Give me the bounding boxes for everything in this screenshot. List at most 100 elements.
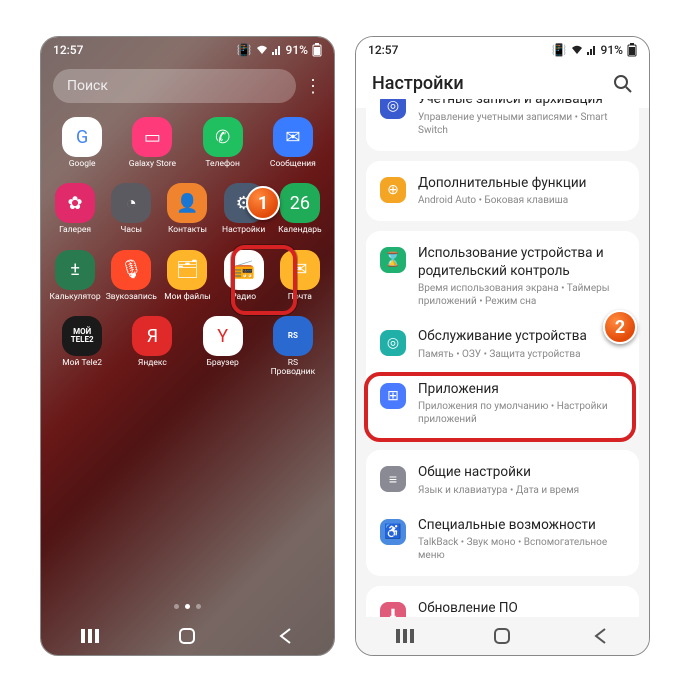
annotation-badge-2: 2 — [603, 310, 637, 344]
settings-item-subtitle: Управление учетными записями • Smart Swi… — [418, 111, 625, 137]
app-label: Контакты — [168, 226, 207, 235]
app-icon: 🗂 — [167, 250, 207, 290]
status-bar: 12:57 📳 91% — [41, 37, 334, 63]
page-title: Настройки — [372, 73, 464, 94]
search-icon[interactable] — [613, 74, 633, 94]
settings-item-icon: ≡ — [380, 466, 406, 492]
app-google[interactable]: G Google — [56, 117, 108, 169]
settings-item-subtitle: Время использования экрана • Таймеры при… — [418, 282, 625, 308]
app-label: Galaxy Store — [129, 160, 176, 169]
app-часы[interactable]: ◔ Часы — [105, 183, 157, 235]
app-icon: Y — [203, 316, 243, 356]
settings-item-title: Общие настройки — [418, 464, 579, 482]
app-label: Галерея — [59, 226, 91, 235]
settings-item-icon: ◎ — [380, 99, 406, 119]
app-label: Google — [69, 160, 96, 169]
nav-back[interactable] — [589, 625, 611, 647]
app-icon: МОЙ TELE2 — [62, 316, 102, 356]
status-time: 12:57 — [368, 43, 398, 57]
settings-item[interactable]: ♿Специальные возможностиTalkBack • Звук … — [366, 507, 639, 573]
app-мой-tele2[interactable]: МОЙ TELE2 Мой Tele2 — [56, 316, 108, 378]
app-label: Мои файлы — [164, 293, 211, 302]
battery-text: 91% — [286, 43, 308, 57]
settings-item-icon: ⊕ — [380, 177, 406, 203]
wifi-icon — [571, 45, 583, 55]
settings-item[interactable]: ≡ Общие настройки Язык и клавиатура • Дата… — [366, 454, 639, 507]
app-label: Мой Tele2 — [62, 359, 102, 368]
nav-back[interactable] — [274, 625, 296, 647]
battery-text: 91% — [601, 43, 623, 57]
app-label: Настройки — [222, 226, 265, 235]
app-сообщения[interactable]: ✉ Сообщения — [267, 117, 319, 169]
settings-item-subtitle: TalkBack • Звук моно • Вспомогательное м… — [418, 536, 625, 562]
settings-list[interactable]: ◎Учетные записи и архивацияУправление уч… — [356, 99, 649, 617]
vibrate-icon: 📳 — [552, 43, 567, 57]
settings-item-title: Специальные возможности — [418, 517, 625, 535]
app-icon: ✆ — [203, 117, 243, 157]
app-icon: 26 — [280, 183, 320, 223]
app-яндекс[interactable]: ЯЯндекс — [126, 316, 178, 378]
signal-icon — [272, 45, 282, 55]
phone-home-screen: 12:57 📳 91% Поиск ⋮ G Google ▭ Galaxy Store… — [40, 36, 335, 656]
settings-item[interactable]: ⬇Обновление ПОЗагрузка и установка — [366, 590, 639, 617]
settings-item[interactable]: ⊕ Дополнительные функцииAndroid Auto • Бо… — [366, 165, 639, 218]
app-браузер[interactable]: YБраузер — [197, 316, 249, 378]
settings-card: ◎Учетные записи и архивацияУправление уч… — [366, 99, 639, 151]
nav-home[interactable] — [176, 625, 198, 647]
app-icon: RS — [273, 316, 313, 356]
app-icon: G — [62, 117, 102, 157]
app-контакты[interactable]: 👤 Контакты — [161, 183, 213, 235]
settings-item-subtitle: Язык и клавиатура • Дата и время — [418, 484, 579, 497]
settings-item-icon: ⬇ — [380, 602, 406, 617]
more-menu-icon[interactable]: ⋮ — [304, 76, 322, 97]
nav-recents[interactable] — [394, 625, 416, 647]
annotation-highlight-2 — [364, 372, 636, 442]
battery-icon — [627, 43, 637, 57]
app-icon: ◔ — [111, 183, 151, 223]
settings-item-title: Дополнительные функции — [418, 175, 586, 193]
app-мои-файлы[interactable]: 🗂 Мои файлы — [161, 250, 213, 302]
app-галерея[interactable]: ✿Галерея — [49, 183, 101, 235]
app-icon: ✉ — [273, 117, 313, 157]
app-icon: 👤 — [167, 183, 207, 223]
app-звукозапись[interactable]: 🎙Звукозапись — [105, 250, 157, 302]
status-time: 12:57 — [53, 43, 83, 57]
app-label: Календарь — [278, 226, 322, 235]
navigation-bar — [356, 617, 649, 655]
phone-settings-screen: 12:57 📳 91% Настройки ◎Учетные записи и … — [355, 36, 650, 656]
settings-item-subtitle: Память • ОЗУ • Защита устройства — [418, 348, 587, 361]
navigation-bar — [41, 617, 334, 655]
app-калькулятор[interactable]: ± Калькулятор — [49, 250, 101, 302]
wifi-icon — [256, 45, 268, 55]
signal-icon — [587, 45, 597, 55]
app-icon: ▭ — [132, 117, 172, 157]
settings-card: ⬇Обновление ПОЗагрузка и установка📖Руков… — [366, 586, 639, 617]
app-телефон[interactable]: ✆Телефон — [197, 117, 249, 169]
app-galaxy-store[interactable]: ▭ Galaxy Store — [126, 117, 178, 169]
settings-item-title: Использование устройства и родительский … — [418, 245, 625, 280]
settings-item[interactable]: ⌛Использование устройства и родительский… — [366, 235, 639, 318]
app-label: Калькулятор — [50, 293, 101, 302]
app-label: Часы — [121, 226, 143, 235]
app-label: RS Проводник — [267, 359, 319, 378]
app-label: Звукозапись — [106, 293, 157, 302]
app-label: Сообщения — [270, 160, 316, 169]
app-rs-проводник[interactable]: RS RS Проводник — [267, 316, 319, 378]
page-indicator[interactable] — [41, 604, 334, 609]
battery-icon — [312, 43, 322, 57]
app-grid: G Google ▭ Galaxy Store ✆Телефон ✉ Сообщения ✿Г… — [41, 109, 334, 378]
app-label: Яндекс — [138, 359, 167, 368]
app-календарь[interactable]: 26 Календарь — [274, 183, 326, 235]
settings-item[interactable]: ◎Учетные записи и архивацияУправление уч… — [366, 99, 639, 147]
settings-card: ⊕ Дополнительные функцииAndroid Auto • Бо… — [366, 161, 639, 222]
app-icon: ± — [55, 250, 95, 290]
annotation-badge-1: 1 — [246, 186, 280, 220]
settings-item-title: Обслуживание устройства — [418, 328, 587, 346]
settings-item-subtitle: Android Auto • Боковая клавиша — [418, 194, 586, 207]
nav-home[interactable] — [491, 625, 513, 647]
vibrate-icon: 📳 — [237, 43, 252, 57]
search-input[interactable]: Поиск — [53, 69, 296, 103]
settings-item-icon: ◎ — [380, 330, 406, 356]
nav-recents[interactable] — [79, 625, 101, 647]
settings-item[interactable]: ◎ Обслуживание устройства Память • ОЗУ • З… — [366, 318, 639, 371]
